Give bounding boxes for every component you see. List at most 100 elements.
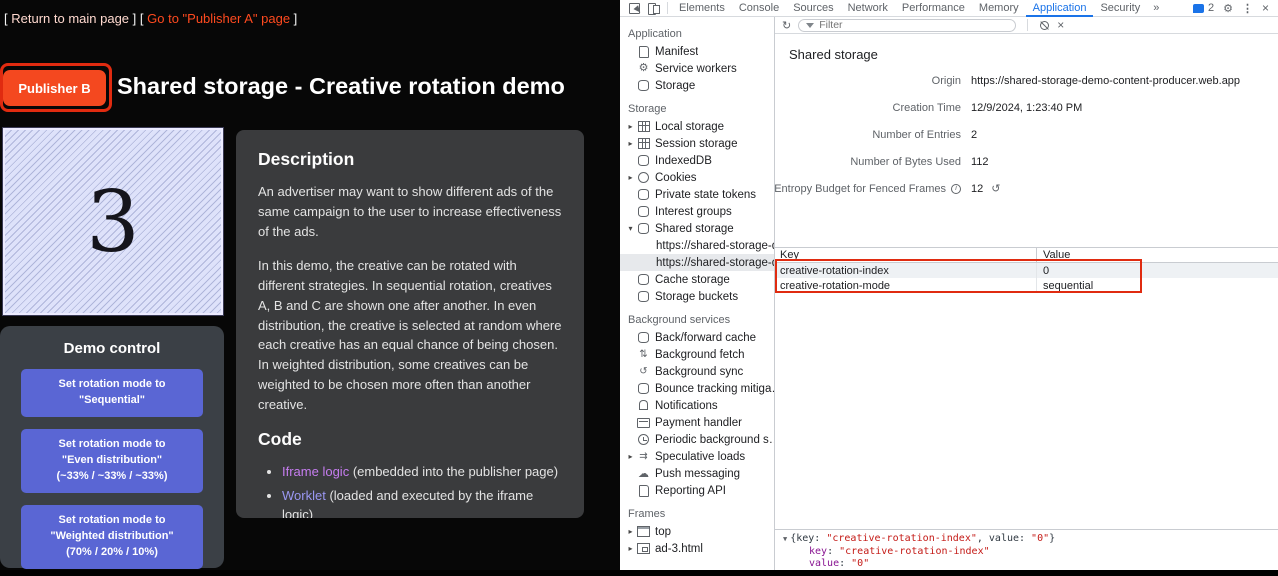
expander-icon[interactable]: ▸ <box>626 544 635 553</box>
sidebar-item-label: ad-3.html <box>655 543 703 555</box>
sidebar-item-storage-buckets[interactable]: Storage buckets <box>620 288 774 305</box>
link-go-to-publisher-a-page[interactable]: Go to "Publisher A" page <box>147 11 290 26</box>
table-row[interactable]: creative-rotation-modesequential <box>775 278 1278 293</box>
sidebar-item-storage[interactable]: Storage <box>620 77 774 94</box>
tab-performance[interactable]: Performance <box>895 0 972 17</box>
preview-entry: key: "creative-rotation-index" <box>783 546 1270 559</box>
sidebar-item-label: top <box>655 526 671 538</box>
expander-triangle-icon[interactable]: ▼ <box>783 533 787 546</box>
link-return-to-main-page[interactable]: Return to main page <box>11 11 129 26</box>
tab-elements[interactable]: Elements <box>672 0 732 17</box>
sidebar-item-label: Session storage <box>655 138 737 150</box>
sidebar-section-background-services: Background services <box>620 305 774 329</box>
sidebar-item-notifications[interactable]: Notifications <box>620 397 774 414</box>
demo-control-panel: Demo control Set rotation mode to "Seque… <box>0 326 224 568</box>
sidebar-item-push-messaging[interactable]: Push messaging <box>620 465 774 482</box>
link-iframe-logic[interactable]: Iframe logic <box>282 464 349 479</box>
code-list-item: Iframe logic (embedded into the publishe… <box>282 462 562 482</box>
sidebar-item-background-fetch[interactable]: Background fetch <box>620 346 774 363</box>
column-header-key[interactable]: Key <box>775 248 1037 262</box>
meta-label-text: Origin <box>932 75 961 87</box>
demo-button-1[interactable]: Set rotation mode to "Sequential" <box>21 369 203 417</box>
sidebar-item-https-shared-storage-d[interactable]: https://shared-storage-d… <box>620 237 774 254</box>
bracket-close: ] <box>290 11 297 26</box>
sidebar-item-bounce-tracking-mitiga[interactable]: Bounce tracking mitiga… <box>620 380 774 397</box>
link-worklet[interactable]: Worklet <box>282 488 326 503</box>
expander-icon[interactable]: ▸ <box>626 452 635 461</box>
sidebar-item-label: Shared storage <box>655 223 734 235</box>
sidebar-item-session-storage[interactable]: ▸ Session storage <box>620 135 774 152</box>
clear-icon[interactable]: × <box>1057 18 1064 32</box>
filter-box <box>798 19 1016 32</box>
sidebar-item-service-workers[interactable]: Service workers <box>620 60 774 77</box>
sidebar-item-shared-storage[interactable]: ▾ Shared storage <box>620 220 774 237</box>
sidebar-item-background-sync[interactable]: Background sync <box>620 363 774 380</box>
sidebar-item-interest-groups[interactable]: Interest groups <box>620 203 774 220</box>
expander-icon[interactable]: ▸ <box>626 139 635 148</box>
db-icon <box>637 222 650 235</box>
sidebar-item-cookies[interactable]: ▸Cookies <box>620 169 774 186</box>
demo-button-3[interactable]: Set rotation mode to "Weighted distribut… <box>21 505 203 569</box>
expander-icon[interactable]: ▸ <box>626 122 635 131</box>
meta-value: 112 <box>971 156 989 168</box>
device-toolbar-icon[interactable] <box>647 2 660 15</box>
meta-value-text: 112 <box>971 156 989 168</box>
sidebar-item-cache-storage[interactable]: Cache storage <box>620 271 774 288</box>
sidebar-item-ad-3-html[interactable]: ▸ ad-3.html <box>620 540 774 557</box>
devtools-window: ElementsConsoleSourcesNetworkPerformance… <box>620 0 1278 570</box>
preview-entry-name: value <box>809 558 839 569</box>
sidebar-item-label: Storage buckets <box>655 291 738 303</box>
meta-row: Origin https://shared-storage-demo-conten… <box>775 67 1278 94</box>
info-icon[interactable] <box>951 184 961 194</box>
sidebar-item-manifest[interactable]: Manifest <box>620 43 774 60</box>
db-icon <box>637 154 650 167</box>
filter-input[interactable] <box>819 20 1008 31</box>
tab-overflow-chevron[interactable]: » <box>1147 0 1165 17</box>
sidebar-section-application: Application <box>620 19 774 43</box>
sidebar-item-label: Background sync <box>655 366 743 378</box>
sidebar-item-periodic-background-s[interactable]: Periodic background s… <box>620 431 774 448</box>
kebab-menu-icon[interactable]: ⋮ <box>1242 2 1253 15</box>
meta-label: Origin <box>775 75 971 87</box>
sidebar-item-private-state-tokens[interactable]: Private state tokens <box>620 186 774 203</box>
meta-value: https://shared-storage-demo-content-prod… <box>971 75 1240 87</box>
tab-application[interactable]: Application <box>1026 0 1094 17</box>
frame-icon <box>637 525 650 538</box>
sidebar-item-back-forward-cache[interactable]: Back/forward cache <box>620 329 774 346</box>
settings-gear-icon[interactable]: ⚙ <box>1223 2 1233 15</box>
tab-security[interactable]: Security <box>1093 0 1147 17</box>
publisher-b-button[interactable]: Publisher B <box>3 70 106 106</box>
sidebar-item-https-shared-storage-d[interactable]: https://shared-storage-d… <box>620 254 774 271</box>
delete-all-icon[interactable] <box>1039 20 1050 31</box>
preview-summary: ▼{key: "creative-rotation-index", value:… <box>783 533 1270 546</box>
sidebar-item-indexeddb[interactable]: IndexedDB <box>620 152 774 169</box>
sidebar-item-local-storage[interactable]: ▸Local storage <box>620 118 774 135</box>
meta-label-text: Creation Time <box>893 102 961 114</box>
sidebar-item-label: Cache storage <box>655 274 730 286</box>
tab-console[interactable]: Console <box>732 0 786 17</box>
db-icon <box>637 273 650 286</box>
meta-rows: Origin https://shared-storage-demo-conten… <box>775 67 1278 202</box>
inspect-element-icon[interactable] <box>628 2 641 15</box>
preview-entry-value: "0" <box>851 558 869 569</box>
table-row[interactable]: creative-rotation-index0 <box>775 263 1278 278</box>
tab-sources[interactable]: Sources <box>786 0 840 17</box>
preview-entry-separator: : <box>827 546 839 557</box>
code-list: Iframe logic (embedded into the publishe… <box>282 462 562 518</box>
tab-network[interactable]: Network <box>841 0 895 17</box>
sidebar-item-reporting-api[interactable]: Reporting API <box>620 482 774 499</box>
reset-icon[interactable]: ↺ <box>991 182 1000 195</box>
expander-icon[interactable]: ▸ <box>626 173 635 182</box>
sidebar-item-top[interactable]: ▸ top <box>620 523 774 540</box>
expander-icon[interactable]: ▸ <box>626 527 635 536</box>
sidebar-item-speculative-loads[interactable]: ▸Speculative loads <box>620 448 774 465</box>
issues-button[interactable]: 2 <box>1193 2 1214 14</box>
tab-memory[interactable]: Memory <box>972 0 1026 17</box>
close-devtools-icon[interactable]: × <box>1262 1 1269 15</box>
demo-button-2[interactable]: Set rotation mode to "Even distribution"… <box>21 429 203 493</box>
expander-icon[interactable]: ▾ <box>626 224 635 233</box>
sidebar-item-payment-handler[interactable]: Payment handler <box>620 414 774 431</box>
refresh-icon[interactable]: ↻ <box>782 19 791 32</box>
meta-row: Creation Time12/9/2024, 1:23:40 PM <box>775 94 1278 121</box>
column-header-value[interactable]: Value <box>1037 248 1278 262</box>
